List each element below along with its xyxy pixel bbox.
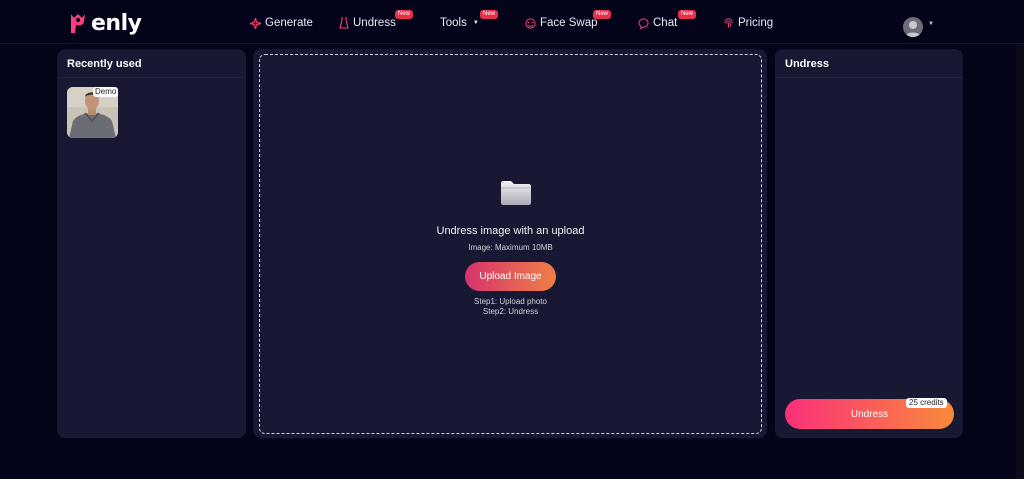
nav-tools-label: Tools	[440, 17, 467, 29]
new-badge: New	[678, 10, 697, 19]
chat-bubble-icon	[638, 17, 649, 29]
nav-tools[interactable]: Tools ▼ New	[440, 10, 499, 31]
chevron-down-icon[interactable]: ▼	[928, 21, 934, 27]
nav-chat[interactable]: Chat New	[638, 10, 697, 31]
upload-step-1: Step1: Upload photo	[474, 297, 547, 306]
divider	[775, 77, 963, 78]
divider	[57, 77, 246, 78]
brand-name: enly	[91, 10, 142, 36]
upload-panel: Undress image with an upload Image: Maxi…	[253, 49, 767, 438]
nav-pricing-label: Pricing	[738, 17, 774, 29]
nav-undress[interactable]: Undress New	[339, 10, 414, 31]
logo[interactable]: enly	[68, 10, 142, 36]
app-root: enly Generate Undress New Tools ▼ New Fa…	[0, 0, 1024, 479]
nav-generate-label: Generate	[265, 17, 313, 29]
undress-panel: Undress Undress 25 credits	[775, 49, 963, 438]
user-icon	[905, 21, 921, 37]
chevron-down-icon: ▼	[472, 20, 479, 26]
new-badge: New	[395, 10, 414, 19]
face-icon	[525, 17, 536, 29]
panel-title: Recently used	[67, 58, 142, 70]
upload-dropzone[interactable]: Undress image with an upload Image: Maxi…	[259, 54, 762, 434]
sparkle-icon	[250, 17, 261, 29]
recently-used-panel: Recently used Demo	[57, 49, 246, 438]
nav-undress-label: Undress	[353, 17, 396, 29]
new-badge: New	[593, 10, 612, 19]
fingerprint-icon	[724, 18, 733, 28]
top-navbar: enly Generate Undress New Tools ▼ New Fa…	[0, 0, 1024, 44]
demo-tag: Demo	[93, 87, 119, 97]
new-badge: New	[480, 10, 499, 19]
credits-badge: 25 credits	[906, 398, 947, 408]
user-avatar[interactable]	[903, 17, 923, 37]
logo-mark-icon	[71, 14, 85, 33]
folder-icon	[501, 181, 531, 205]
dress-icon	[339, 17, 349, 29]
upload-limit: Image: Maximum 10MB	[468, 243, 553, 252]
panel-title: Undress	[785, 58, 830, 70]
upload-title: Undress image with an upload	[436, 225, 585, 237]
scrollbar[interactable]	[1016, 44, 1024, 479]
upload-image-button[interactable]: Upload Image	[465, 262, 556, 291]
upload-step-2: Step2: Undress	[482, 307, 539, 316]
nav-face-swap-label: Face Swap	[540, 17, 598, 29]
nav-chat-label: Chat	[653, 17, 678, 29]
nav-pricing[interactable]: Pricing	[723, 15, 773, 31]
nav-face-swap[interactable]: Face Swap New	[525, 10, 612, 31]
nav-generate[interactable]: Generate	[250, 15, 313, 31]
